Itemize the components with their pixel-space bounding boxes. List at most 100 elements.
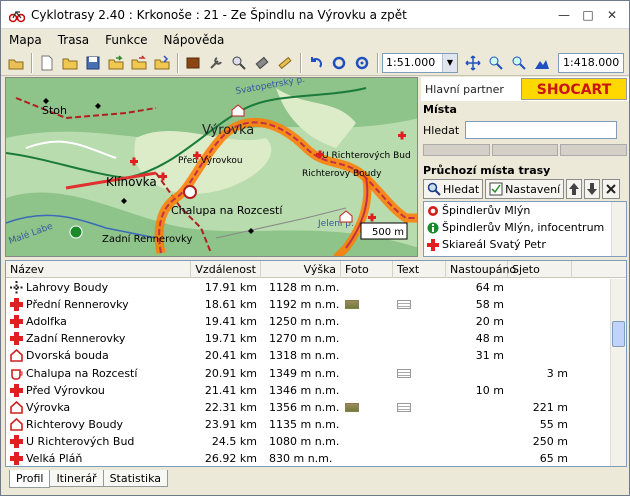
cell-distance: 23.91 km — [204, 417, 257, 431]
red-cross-icon — [10, 451, 26, 465]
places-tool-3[interactable] — [560, 144, 628, 156]
folder-map-icon — [8, 59, 24, 69]
floppy-icon — [86, 56, 100, 69]
new-button[interactable] — [36, 52, 58, 74]
tab-profil[interactable]: Profil — [9, 470, 51, 488]
route-place-item[interactable]: Špindlerův Mlýn, infocentrum — [424, 219, 626, 236]
table-row[interactable]: Adolfka 19.41 km 1250 m n.m. 20 m — [6, 313, 610, 330]
text-document-icon[interactable] — [397, 300, 411, 310]
scale-display: 1:418.000 — [558, 52, 625, 73]
new-file-icon — [41, 55, 53, 70]
menu-mapa[interactable]: Mapa — [1, 33, 50, 47]
map-canvas[interactable]: Stoh Výrovka Klínovka Před Výrovkou Chal… — [6, 78, 418, 257]
open-map-button[interactable] — [5, 52, 27, 74]
open-button[interactable] — [59, 52, 81, 74]
cell-distance: 18.61 km — [204, 298, 257, 312]
map-label-u-richterovych: U Richterových Bud — [322, 151, 411, 161]
move-down-button[interactable] — [584, 179, 601, 199]
chevron-down-icon[interactable]: ▼ — [442, 53, 457, 72]
undo-icon — [311, 56, 322, 68]
guide-button[interactable] — [182, 52, 204, 74]
tools-button[interactable] — [205, 52, 227, 74]
column-header-climbed[interactable]: Nastoupáno — [446, 261, 516, 278]
table-body: Lahrovy Boudy 17.91 km 1128 m n.m. 64 m Před… — [6, 279, 610, 466]
cell-name: U Richterových Bud — [6, 434, 191, 448]
table-row[interactable]: Richterovy Boudy 23.91 km 1135 m n.m. 55 m — [6, 416, 610, 433]
photo-thumbnail-icon[interactable] — [345, 402, 359, 412]
tab-itinerar[interactable]: Itinerář — [49, 470, 104, 487]
place-name: Chalupa na Rozcestí — [26, 366, 138, 380]
cell-descended: 221 m — [532, 400, 568, 414]
remove-button[interactable] — [602, 179, 621, 199]
route-list-scrollbar[interactable] — [611, 202, 626, 256]
place-name: Velká Pláň — [26, 451, 83, 465]
places-search-input[interactable] — [465, 121, 618, 139]
column-header-altitude[interactable]: Výška — [261, 261, 341, 278]
places-tool-2[interactable] — [491, 144, 559, 156]
table-row[interactable]: Před Výrovkou 21.41 km 1346 m n.m. 10 m — [6, 382, 610, 399]
import-button[interactable] — [128, 52, 150, 74]
menu-trasa[interactable]: Trasa — [50, 33, 97, 47]
text-document-icon[interactable] — [397, 368, 411, 378]
column-header-name[interactable]: Název — [6, 261, 191, 278]
route-place-item[interactable]: Špindlerův Mlýn — [424, 202, 626, 219]
places-tool-1[interactable] — [423, 144, 490, 156]
route-settings-label: Nastavení — [505, 182, 561, 196]
table-row[interactable]: Výrovka 22.31 km 1356 m n.m. 221 m — [6, 399, 610, 416]
terrain-button[interactable] — [531, 52, 553, 74]
menu-napoveda[interactable]: Nápověda — [156, 33, 233, 47]
route-search-label: Hledat — [443, 182, 480, 196]
ring-icon — [355, 56, 369, 69]
red-cross-icon — [10, 383, 26, 397]
table-row[interactable]: Přední Rennerovky 18.61 km 1192 m n.m. 58 m — [6, 296, 610, 313]
save-button[interactable] — [82, 52, 104, 74]
route-place-item[interactable]: Skiareál Svatý Petr — [424, 236, 626, 253]
table-row[interactable]: Zadní Rennerovky 19.71 km 1270 m n.m. 48 m — [6, 330, 610, 347]
text-document-icon[interactable] — [397, 402, 411, 412]
undo-button[interactable] — [305, 52, 327, 74]
start-marker-icon — [428, 205, 438, 216]
ruler-button[interactable] — [274, 52, 296, 74]
itinerary-table: Název Vzdálenost Výška Foto Text Nastoup… — [5, 260, 627, 467]
circle-target-icon — [332, 56, 346, 69]
minimize-button[interactable]: — — [553, 5, 575, 25]
export-button[interactable] — [105, 52, 127, 74]
partner-bar: Hlavní partner SHOCART — [421, 77, 629, 101]
maximize-button[interactable]: □ — [577, 5, 599, 25]
column-header-descended[interactable]: Sjeto — [508, 261, 572, 278]
table-row[interactable]: Lahrovy Boudy 17.91 km 1128 m n.m. 64 m — [6, 279, 610, 296]
route-end-button[interactable] — [351, 52, 373, 74]
zoom-out-button[interactable] — [508, 52, 530, 74]
cell-distance: 20.91 km — [204, 366, 257, 380]
route-start-button[interactable] — [328, 52, 350, 74]
title-bar: Cyklotrasy 2.40 : Krkonoše : 21 - Ze Špi… — [1, 1, 629, 29]
tab-statistika[interactable]: Statistika — [102, 470, 169, 487]
scale-select[interactable]: 1:51.000 ▼ — [382, 52, 458, 73]
gps-button[interactable] — [151, 52, 173, 74]
wrench-icon — [210, 56, 222, 69]
move-up-button[interactable] — [566, 179, 583, 199]
measure-button[interactable] — [251, 52, 273, 74]
scrollbar-thumb[interactable] — [612, 321, 625, 347]
table-row[interactable]: Dvorská bouda 20.41 km 1318 m n.m. 31 m — [6, 347, 610, 364]
table-scrollbar[interactable] — [610, 279, 626, 466]
table-row[interactable]: Velká Pláň 26.92 km 830 m n.m. 65 m — [6, 450, 610, 466]
terrain-icon — [535, 59, 549, 69]
zoom-tool-button[interactable] — [228, 52, 250, 74]
column-header-distance[interactable]: Vzdálenost — [191, 261, 261, 278]
table-row[interactable]: U Richterových Bud 24.5 km 1080 m n.m. 250 … — [6, 433, 610, 450]
route-heading: Průchozí místa trasy — [423, 164, 551, 177]
route-settings-button[interactable]: Nastavení — [485, 179, 565, 199]
photo-thumbnail-icon[interactable] — [345, 300, 359, 310]
search-icon — [427, 182, 441, 196]
pan-button[interactable] — [462, 52, 484, 74]
column-header-text[interactable]: Text — [393, 261, 446, 278]
menu-funkce[interactable]: Funkce — [97, 33, 155, 47]
route-places-list[interactable]: Špindlerův Mlýn Špindlerův Mlýn, infocen… — [423, 201, 627, 257]
map-view[interactable]: Stoh Výrovka Klínovka Před Výrovkou Chal… — [5, 77, 418, 257]
close-button[interactable]: ✕ — [601, 5, 623, 25]
table-row[interactable]: Chalupa na Rozcestí 20.91 km 1349 m n.m. 3 … — [6, 364, 610, 381]
route-search-button[interactable]: Hledat — [423, 179, 484, 199]
column-header-photo[interactable]: Foto — [341, 261, 393, 278]
zoom-in-button[interactable] — [485, 52, 507, 74]
